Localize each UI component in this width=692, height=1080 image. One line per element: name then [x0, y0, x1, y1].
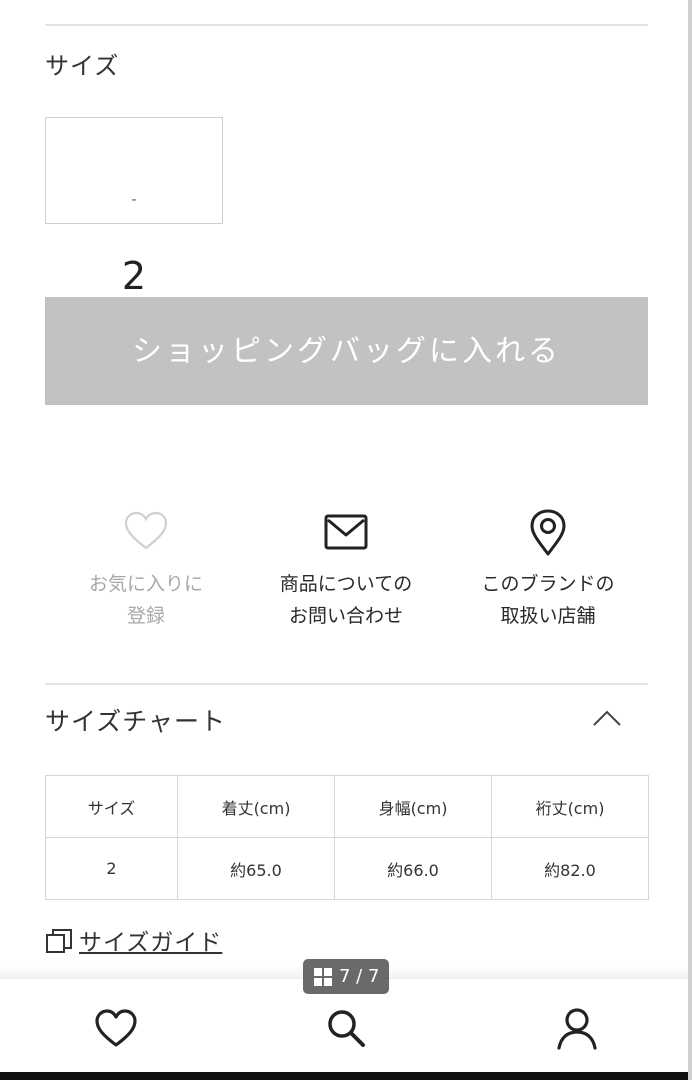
- nav-search-button[interactable]: [323, 1005, 369, 1051]
- chart-divider: [45, 683, 648, 685]
- inquiry-label-line1: 商品についての: [279, 573, 413, 595]
- table-cell: 約82.0: [491, 837, 649, 900]
- table-cell: 約66.0: [334, 837, 492, 900]
- user-icon: [557, 1008, 597, 1050]
- size-option-stock: -: [131, 192, 137, 208]
- copy-icon: [46, 929, 72, 953]
- top-divider: [45, 24, 648, 26]
- table-row: 2 約65.0 約66.0 約82.0: [45, 837, 649, 900]
- size-option-2[interactable]: 2 -: [45, 117, 223, 298]
- size-section-label: サイズ: [45, 52, 120, 80]
- map-pin-icon: [530, 509, 566, 556]
- add-to-favorites-action[interactable]: お気に入りに 登録: [46, 508, 246, 632]
- table-cell: 2: [45, 837, 178, 900]
- table-cell: 約65.0: [177, 837, 335, 900]
- size-guide-label: サイズガイド: [79, 930, 223, 956]
- image-counter-text: 7 / 7: [339, 966, 380, 987]
- nav-favorites-button[interactable]: [93, 1005, 139, 1051]
- size-chart-toggle[interactable]: サイズチャート: [45, 700, 648, 740]
- size-chart-title: サイズチャート: [45, 707, 227, 736]
- stores-label-line1: このブランドの: [481, 573, 615, 595]
- add-to-bag-button[interactable]: ショッピングバッグに入れる: [45, 297, 648, 405]
- table-header-cell: 着丈(cm): [177, 775, 335, 838]
- favorites-label-line2: 登録: [126, 605, 165, 627]
- table-header-cell: 身幅(cm): [334, 775, 492, 838]
- table-header-row: サイズ 着丈(cm) 身幅(cm) 裄丈(cm): [45, 775, 649, 838]
- product-detail-page: サイズ 2 - ショッピングバッグに入れる お気に入りに 登録 商品についての …: [0, 0, 692, 1080]
- table-header-cell: 裄丈(cm): [491, 775, 649, 838]
- heart-icon: [124, 511, 168, 550]
- envelope-icon: [324, 514, 368, 550]
- nav-account-button[interactable]: [554, 1005, 600, 1051]
- size-option-value: 2: [121, 254, 147, 298]
- window-edge: [688, 0, 692, 1080]
- grid-icon: [314, 968, 332, 986]
- size-chart-table: サイズ 着丈(cm) 身幅(cm) 裄丈(cm) 2 約65.0 約66.0 約…: [45, 775, 649, 900]
- image-page-counter[interactable]: 7 / 7: [303, 959, 389, 994]
- stores-label-line2: 取扱い店舗: [500, 605, 596, 627]
- chevron-up-icon: [593, 710, 621, 726]
- table-header-cell: サイズ: [45, 775, 178, 838]
- inquiry-label-line2: お問い合わせ: [288, 605, 403, 627]
- favorites-label-line1: お気に入りに: [88, 573, 203, 595]
- home-indicator-bar: [0, 1072, 692, 1080]
- heart-icon: [95, 1009, 137, 1047]
- product-inquiry-action[interactable]: 商品についての お問い合わせ: [246, 508, 446, 632]
- brand-stores-action[interactable]: このブランドの 取扱い店舗: [448, 508, 648, 632]
- search-icon: [328, 1010, 365, 1047]
